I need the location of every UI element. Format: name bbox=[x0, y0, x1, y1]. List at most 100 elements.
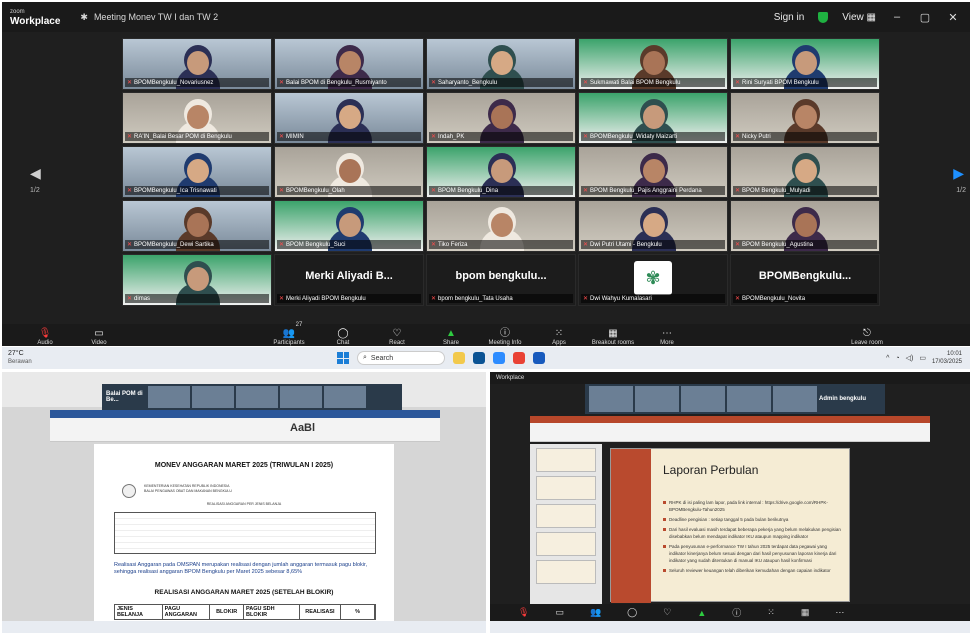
participant-tile[interactable]: ✕ BPOM Bengkulu_Suci bbox=[274, 200, 424, 252]
participant-tile[interactable]: ✕ BPOMBengkulu_Olah bbox=[274, 146, 424, 198]
participant-tile[interactable]: ✕ Balai BPOM di Bengkulu_Rusmiyanto bbox=[274, 38, 424, 90]
muted-mic-icon: ✕ bbox=[431, 80, 437, 86]
participant-tile[interactable]: ✕ BPOM Bengkulu_Pajis Anggraini Perdana bbox=[578, 146, 728, 198]
thumb-video bbox=[324, 386, 366, 408]
participants-icon[interactable]: 👥 bbox=[590, 607, 601, 618]
slide-thumbnail[interactable] bbox=[536, 448, 596, 472]
word-ribbon: AaBl bbox=[50, 410, 440, 442]
participant-face bbox=[491, 51, 513, 75]
clock[interactable]: 10:01 17/03/2025 bbox=[932, 350, 962, 366]
participant-tile[interactable]: ✕ BPOMBengkulu_Novariusnez bbox=[122, 38, 272, 90]
doc-paragraph: Realisasi Anggaran pada OMSPAN merupakan… bbox=[114, 562, 368, 575]
toolbar-react-button[interactable]: ♡ React bbox=[372, 328, 422, 346]
participant-tile[interactable]: ✕ MIMIN bbox=[274, 92, 424, 144]
sign-in-button[interactable]: Sign in bbox=[774, 12, 805, 23]
toolbar-share-button[interactable]: ▲ Share bbox=[426, 328, 476, 346]
toolbar-meeting-info-button[interactable]: ⓘ Meeting Info bbox=[480, 328, 530, 346]
participant-tile[interactable]: ✕ BPOMBengkulu_Dewi Sartika bbox=[122, 200, 272, 252]
search-icon: ⌕ bbox=[363, 354, 367, 361]
word-app-icon[interactable] bbox=[533, 352, 545, 364]
participant-tile[interactable]: BPOMBengkulu... ✕ BPOMBengkulu_Novita bbox=[730, 254, 880, 306]
thumb-video bbox=[192, 386, 234, 408]
system-tray: ^ ◔ ◁) ▭ 10:01 17/03/2025 bbox=[886, 350, 962, 366]
table-header-cell: PAGU SDH BLOKIR bbox=[244, 605, 300, 619]
windows-taskbar: 27°C Berawan ⌕ Search ^ ◔ ◁) ▭ 10:01 17/… bbox=[2, 347, 970, 369]
toolbar-more-button[interactable]: ⋯ More bbox=[642, 328, 692, 346]
file-explorer-icon[interactable] bbox=[453, 352, 465, 364]
thumb-video bbox=[773, 386, 817, 412]
zoom-titlebar: zoom Workplace ✱ Meeting Monev TW I dan … bbox=[2, 2, 970, 32]
wifi-icon[interactable]: ◔ bbox=[895, 355, 899, 362]
edge-icon[interactable] bbox=[473, 352, 485, 364]
battery-icon[interactable]: ▭ bbox=[919, 354, 926, 362]
participant-tile[interactable]: ✕ BPOM Bengkulu_Agustina bbox=[730, 200, 880, 252]
muted-mic-icon: ✕ bbox=[735, 296, 741, 302]
chevron-up-icon[interactable]: ^ bbox=[886, 355, 889, 362]
slide-thumbnail[interactable] bbox=[536, 504, 596, 528]
current-slide: Laporan Perbulan RHPK di isi paling lam … bbox=[610, 448, 850, 603]
participant-tile[interactable]: ✾ ✕ Dwi Wahyu Kumalasari bbox=[578, 254, 728, 306]
toolbar-participants-button[interactable]: 👥 27 Participants bbox=[264, 322, 314, 346]
participant-tile[interactable]: ✕ RA'IN_Balai Besar POM di Bengkulu bbox=[122, 92, 272, 144]
participant-tile[interactable]: ✕ BPOMBengkulu_Widaty Maizarti bbox=[578, 92, 728, 144]
participant-tile[interactable]: ✕ Tiko Feriza bbox=[426, 200, 576, 252]
weather-widget[interactable]: 27°C Berawan bbox=[8, 350, 32, 366]
chrome-icon[interactable] bbox=[513, 352, 525, 364]
participant-name-label: ✕ dimas bbox=[125, 294, 269, 303]
breakout-icon[interactable]: ▦ bbox=[801, 607, 810, 618]
video-off-icon[interactable]: ▭ bbox=[555, 607, 564, 618]
participant-tile[interactable]: ✕ BPOM Bengkulu_Mulyadi bbox=[730, 146, 880, 198]
info-icon[interactable]: ⓘ bbox=[732, 606, 741, 619]
taskbar-search-input[interactable]: ⌕ Search bbox=[357, 351, 445, 365]
apps-icon[interactable]: ⁙ bbox=[767, 607, 775, 618]
minimize-icon[interactable]: – bbox=[890, 11, 904, 23]
page-indicator-right: 1/2 bbox=[956, 187, 966, 194]
participant-tile[interactable]: ✕ Saharyanto_Bengkulu bbox=[426, 38, 576, 90]
zoom-app-icon[interactable] bbox=[493, 352, 505, 364]
participant-tile[interactable]: ✕ Sukmawati Balai BPOM Bengkulu bbox=[578, 38, 728, 90]
toolbar-video-button[interactable]: ▭ Video bbox=[74, 328, 124, 346]
participant-tile[interactable]: ✕ Rini Suryati BPOM Bengkulu bbox=[730, 38, 880, 90]
slide-thumbnail[interactable] bbox=[536, 532, 596, 556]
participant-tile[interactable]: bpom bengkulu... ✕ bpom bengkulu_Tata Usah… bbox=[426, 254, 576, 306]
realization-table-header: JENIS BELANJA PAGU ANGGARAN BLOKIR PAGU SDH… bbox=[114, 604, 376, 620]
participant-tile[interactable]: ✕ BPOMBengkulu_Ica Trisnawati bbox=[122, 146, 272, 198]
slide-thumbnail[interactable] bbox=[536, 560, 596, 584]
mic-off-icon[interactable]: 🎙 bbox=[518, 607, 529, 618]
participant-tile[interactable]: ✕ dimas bbox=[122, 254, 272, 306]
chat-icon[interactable]: ◯ bbox=[627, 607, 637, 618]
more-icon[interactable]: ⋯ bbox=[835, 607, 844, 618]
security-shield-icon[interactable] bbox=[818, 11, 829, 23]
view-button[interactable]: View ▦ bbox=[842, 12, 876, 23]
presenter-strip: Balai POM di Be... bbox=[102, 384, 402, 410]
participant-name-label: ✕ Indah_PK bbox=[429, 132, 573, 141]
heart-icon[interactable]: ♡ bbox=[663, 607, 671, 618]
toolbar-label: Apps bbox=[552, 340, 566, 346]
maximize-icon[interactable]: ▢ bbox=[918, 11, 932, 24]
presenter-name: Admin bengkulu bbox=[819, 396, 866, 402]
bullet-marker bbox=[663, 518, 666, 521]
participant-tile[interactable]: Merki Aliyadi B... ✕ Merki Aliyadi BPOM Be… bbox=[274, 254, 424, 306]
participant-face bbox=[339, 159, 361, 183]
toolbar-apps-button[interactable]: ⁙ Apps bbox=[534, 328, 584, 346]
participant-tile[interactable]: ✕ Dwi Putri Utami - Bengkulu bbox=[578, 200, 728, 252]
participant-tile[interactable]: ✕ BPOM Bengkulu_Dina bbox=[426, 146, 576, 198]
share-taskbar bbox=[490, 621, 970, 633]
windows-start-icon[interactable] bbox=[337, 352, 349, 364]
participant-tile[interactable]: ✕ Indah_PK bbox=[426, 92, 576, 144]
slide-bullet: Seluruh reviewer keuangan telah diberika… bbox=[663, 567, 843, 574]
toolbar-breakout-rooms-button[interactable]: ▦ Breakout rooms bbox=[588, 328, 638, 346]
toolbar-audio-button[interactable]: 🎙 Audio bbox=[20, 328, 70, 346]
muted-mic-icon: ✕ bbox=[279, 188, 285, 194]
next-page-arrow-icon[interactable]: ▶ bbox=[953, 165, 964, 182]
share-icon[interactable]: ▲ bbox=[697, 608, 706, 618]
close-icon[interactable]: ✕ bbox=[946, 11, 960, 24]
participant-face bbox=[187, 213, 209, 237]
participant-tile[interactable]: ✕ Nicky Putri bbox=[730, 92, 880, 144]
slide-thumbnail[interactable] bbox=[536, 476, 596, 500]
toolbar-chat-button[interactable]: ◯ Chat bbox=[318, 328, 368, 346]
prev-page-arrow-icon[interactable]: ◀ bbox=[30, 165, 41, 182]
more-icon: ⋯ bbox=[662, 328, 672, 339]
toolbar-leave-room-button[interactable]: ⎋ Leave room bbox=[842, 328, 892, 346]
speaker-icon[interactable]: ◁) bbox=[906, 354, 914, 362]
